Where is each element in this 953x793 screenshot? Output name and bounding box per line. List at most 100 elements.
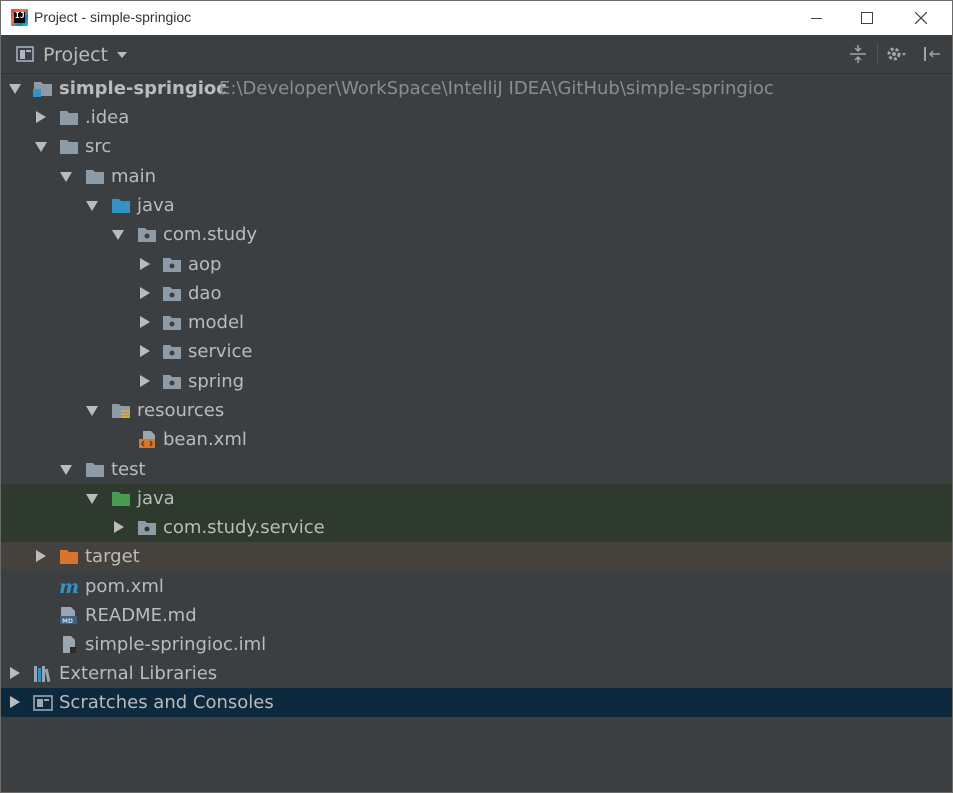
expanded-arrow-icon[interactable] (86, 201, 98, 211)
tree-node-service[interactable]: service (1, 337, 952, 366)
tree-node-scratches[interactable]: Scratches and Consoles (1, 688, 952, 717)
svg-text:MD: MD (62, 618, 73, 624)
tree-node-main-java[interactable]: java (1, 191, 952, 220)
collapsed-arrow-icon[interactable] (10, 667, 20, 679)
tree-node-label: dao (188, 283, 222, 304)
header-separator (877, 43, 878, 65)
tree-node-label: target (85, 546, 140, 567)
excluded-folder-icon (60, 550, 78, 564)
tree-node-test[interactable]: test (1, 455, 952, 484)
expanded-arrow-icon[interactable] (60, 172, 72, 182)
tree-node-aop[interactable]: aop (1, 250, 952, 279)
tree-node-bean-xml[interactable]: bean.xml (1, 425, 952, 454)
expanded-arrow-icon[interactable] (86, 494, 98, 504)
window-title: Project - simple-springioc (34, 9, 192, 25)
maximize-button[interactable] (844, 1, 890, 35)
tree-node-label: External Libraries (59, 663, 218, 684)
folder-icon (60, 140, 78, 154)
collapse-all-icon[interactable] (847, 43, 869, 65)
collapsed-arrow-icon[interactable] (36, 550, 46, 562)
folder-icon (86, 170, 104, 184)
tree-node-dao[interactable]: dao (1, 279, 952, 308)
minimize-button[interactable] (793, 1, 839, 35)
package-icon (138, 228, 156, 242)
intellij-logo-icon: IJ (11, 9, 28, 26)
folder-icon (60, 111, 78, 125)
test-source-folder-icon (112, 492, 130, 506)
expanded-arrow-icon[interactable] (86, 406, 98, 416)
tree-node-model[interactable]: model (1, 308, 952, 337)
hide-toolwindow-icon[interactable] (921, 43, 943, 65)
close-icon (915, 12, 927, 24)
project-view-icon (16, 46, 34, 62)
maven-file-icon: m (59, 578, 79, 595)
tree-node-label: bean.xml (163, 429, 247, 450)
collapsed-arrow-icon[interactable] (140, 345, 150, 357)
tree-node-label: Scratches and Consoles (59, 692, 274, 713)
project-tree: simple-springioc E:\Developer\WorkSpace\… (1, 74, 952, 792)
expanded-arrow-icon[interactable] (9, 84, 21, 94)
collapsed-arrow-icon[interactable] (36, 111, 46, 123)
tree-node-label: spring (188, 371, 245, 392)
tree-node-label: src (85, 136, 112, 157)
expanded-arrow-icon[interactable] (35, 142, 47, 152)
library-icon (34, 666, 51, 682)
tree-node-idea[interactable]: .idea (1, 103, 952, 132)
tree-node-com-study-service[interactable]: com.study.service (1, 513, 952, 542)
tree-node-label: simple-springioc (59, 78, 227, 99)
maximize-icon (861, 12, 873, 24)
folder-icon (86, 463, 104, 477)
tree-node-label: com.study (163, 224, 258, 245)
tree-node-label: .idea (85, 107, 130, 128)
title-bar: IJ Project - simple-springioc (1, 1, 952, 35)
tree-node-label: service (188, 341, 253, 362)
tree-node-label: resources (137, 400, 225, 421)
tree-node-external-libraries[interactable]: External Libraries (1, 659, 952, 688)
tree-node-pom-xml[interactable]: m pom.xml (1, 572, 952, 601)
scratches-icon (33, 695, 53, 711)
close-button[interactable] (898, 1, 944, 35)
tree-node-root[interactable]: simple-springioc E:\Developer\WorkSpace\… (1, 74, 952, 103)
collapsed-arrow-icon[interactable] (140, 316, 150, 328)
tree-node-main[interactable]: main (1, 162, 952, 191)
collapsed-arrow-icon[interactable] (140, 287, 150, 299)
tree-node-label: main (111, 166, 156, 187)
minimize-icon (810, 17, 822, 19)
tree-node-label: java (137, 488, 175, 509)
tree-node-label: README.md (85, 605, 197, 626)
resources-folder-icon (112, 404, 130, 418)
view-selector-dropdown-icon[interactable] (117, 52, 127, 58)
package-icon (163, 375, 181, 389)
collapsed-arrow-icon[interactable] (140, 258, 150, 270)
iml-file-icon (63, 636, 76, 653)
tree-node-com-study[interactable]: com.study (1, 220, 952, 249)
package-icon (163, 345, 181, 359)
tree-node-label: simple-springioc.iml (85, 634, 267, 655)
expanded-arrow-icon[interactable] (60, 465, 72, 475)
collapsed-arrow-icon[interactable] (10, 696, 20, 708)
module-path: E:\Developer\WorkSpace\IntelliJ IDEA\Git… (219, 78, 774, 99)
tree-node-target[interactable]: target (1, 542, 952, 571)
package-icon (163, 316, 181, 330)
collapsed-arrow-icon[interactable] (114, 521, 124, 533)
package-icon (138, 521, 156, 535)
tree-node-spring[interactable]: spring (1, 367, 952, 396)
package-icon (163, 258, 181, 272)
expanded-arrow-icon[interactable] (112, 230, 124, 240)
tree-node-label: java (137, 195, 175, 216)
tree-node-label: aop (188, 254, 222, 275)
package-icon (163, 287, 181, 301)
xml-file-icon (139, 431, 155, 448)
svg-text:m: m (59, 578, 79, 595)
tree-node-iml[interactable]: simple-springioc.iml (1, 630, 952, 659)
ide-window: IJ Project - simple-springioc Project si… (0, 0, 953, 793)
settings-gear-icon[interactable] (885, 43, 907, 65)
tree-node-resources[interactable]: resources (1, 396, 952, 425)
view-selector-label[interactable]: Project (43, 44, 108, 66)
tree-node-src[interactable]: src (1, 132, 952, 161)
tree-node-label: model (188, 312, 245, 333)
tree-node-test-java[interactable]: java (1, 484, 952, 513)
collapsed-arrow-icon[interactable] (140, 375, 150, 387)
tree-node-label: test (111, 459, 146, 480)
tree-node-readme[interactable]: MD README.md (1, 601, 952, 630)
